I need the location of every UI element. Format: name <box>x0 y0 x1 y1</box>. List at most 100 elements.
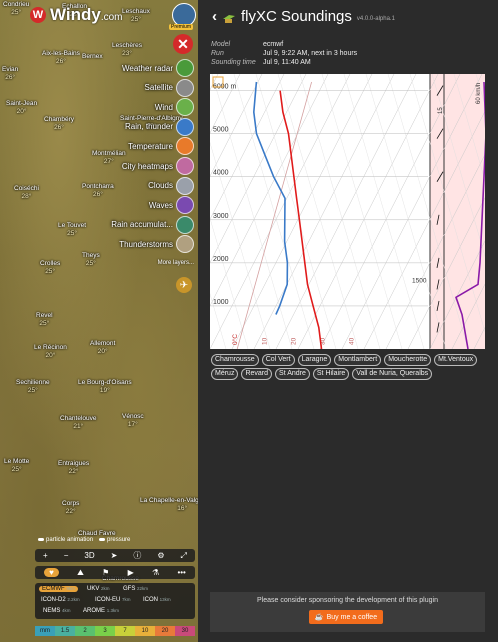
buy-coffee-label: Buy me a coffee <box>326 613 378 621</box>
site-chip[interactable]: Laragne <box>297 354 332 366</box>
city-label: Allemont 20° <box>90 340 115 356</box>
altitude-tick-label: 2000 <box>213 256 229 263</box>
city-label: Pontcharra 26° <box>82 183 114 199</box>
map-control-button[interactable]: + <box>43 551 48 560</box>
site-chip[interactable]: Mt.Ventoux <box>434 354 478 366</box>
mountain-icon[interactable]: ⛰ <box>77 568 84 578</box>
model-option[interactable]: ICON 13km <box>143 597 171 603</box>
city-temp: 26° <box>92 191 103 198</box>
info-key: Sounding time <box>211 59 256 66</box>
layer-thunderstorms[interactable]: Thunderstorms <box>119 235 194 254</box>
info-model: Model ecmwf <box>211 40 283 49</box>
site-chip[interactable]: Revard <box>241 368 273 380</box>
skewt-chart[interactable]: 100020003000400050006000 m-20-100°C10203… <box>13 73 498 350</box>
map-control-button[interactable]: ➤ <box>111 551 118 560</box>
flag-icon[interactable]: ⚑ <box>102 568 109 577</box>
layer-temperature[interactable]: Temperature <box>128 137 194 156</box>
layer-waves[interactable]: Waves <box>149 196 194 215</box>
model-resolution: 9km <box>66 586 75 591</box>
city-label: Coiséchi 28° <box>14 185 39 201</box>
scale-step: mm <box>35 626 55 636</box>
model-option[interactable]: UKV 2km <box>87 586 110 592</box>
close-button[interactable]: ✕ <box>173 34 193 54</box>
layer-weather-radar[interactable]: Weather radar <box>122 59 194 77</box>
site-chip[interactable]: St Andre <box>275 368 310 380</box>
city-name: Condrieu <box>3 1 30 8</box>
plane-button[interactable]: ✈ <box>176 277 192 293</box>
buy-coffee-button[interactable]: ☕ Buy me a coffee <box>309 610 383 624</box>
city-name: Chantelouve <box>60 415 97 422</box>
layer-label: Satellite <box>144 83 173 93</box>
layer-wind[interactable]: Wind <box>155 98 194 117</box>
map-control-button[interactable]: 3D <box>84 551 94 560</box>
layer-city-heatmaps[interactable]: City heatmaps <box>122 157 194 175</box>
layer-clouds[interactable]: Clouds <box>148 176 194 195</box>
site-chip[interactable]: Col Vert <box>261 354 295 366</box>
model-option[interactable]: NEMS 4km <box>43 608 71 614</box>
temperature-tick-label: 20 <box>290 337 297 345</box>
more-layers-link[interactable]: More layers... <box>158 260 194 266</box>
city-name: Le Bourg-d'Oisans <box>78 379 132 386</box>
map-toggles: particle animation pressure <box>38 537 130 543</box>
windy-logo[interactable]: W Windy.com <box>30 5 123 25</box>
favorites-icon[interactable]: ♥ <box>44 568 59 577</box>
site-chip[interactable]: Chamrousse <box>211 354 259 366</box>
model-resolution: 4km <box>62 608 71 613</box>
city-temp: 17° <box>127 421 138 428</box>
model-resolution: 1.3km <box>106 608 119 613</box>
more-icon[interactable]: ••• <box>177 568 185 577</box>
site-chip[interactable]: Moucherotte <box>384 354 432 366</box>
map[interactable]: Condrieu 25° Echallon 23° Leschaux 25° Aix-les… <box>0 0 198 642</box>
city-temp: 26° <box>5 74 16 81</box>
city-temp: 21° <box>73 423 84 430</box>
scale-step: 1.5 <box>55 626 75 636</box>
scale-step: 7 <box>115 626 135 636</box>
info-key: Run <box>211 50 224 57</box>
model-option[interactable]: ICON-D2 2.2km <box>41 597 80 603</box>
particle-animation-toggle[interactable]: particle animation <box>38 537 93 543</box>
model-name: ICON-EU <box>95 597 121 603</box>
layer-rain-accumulat[interactable]: Rain accumulat... <box>111 215 194 234</box>
temperature-tick-label: 0°C <box>231 334 239 345</box>
back-icon[interactable]: ‹ <box>212 8 217 25</box>
city-name: Le Touvet <box>58 222 87 229</box>
site-chip[interactable]: St Hilaire <box>312 368 350 380</box>
model-option[interactable]: ECMWF 9km <box>39 586 78 592</box>
tools-icon[interactable]: ⚗ <box>152 568 159 577</box>
rain-scale: mm 1.5 2 3 7 10 20 30 <box>35 626 195 636</box>
pressure-toggle[interactable]: pressure <box>99 537 130 543</box>
city-temp: 22° <box>68 468 79 475</box>
model-option[interactable]: GFS 22km <box>123 586 148 592</box>
site-chip[interactable]: Vall de Nuria, Queralbs <box>352 368 433 380</box>
city-name: Revel <box>36 312 53 319</box>
layer-rain-thunder[interactable]: Rain, thunder <box>124 117 194 136</box>
city-name: Saint-Jean <box>6 100 38 107</box>
city-label: Le Récinon 20° <box>34 344 67 360</box>
city-label: Le Touvet 25° <box>58 222 86 238</box>
layer-label: Temperature <box>128 141 173 151</box>
layer-label: Thunderstorms <box>119 239 173 249</box>
site-chip[interactable]: Montlambert <box>334 354 382 366</box>
city-label: Vénosc 17° <box>122 413 144 429</box>
city-temp: 26° <box>54 124 64 131</box>
camera-icon[interactable]: ▶ <box>128 568 134 577</box>
altitude-tick-label: 1000 <box>213 299 229 306</box>
map-control-button[interactable]: ⤢ <box>181 551 187 561</box>
layer-label: Rain, thunder <box>124 122 173 132</box>
city-temp: 25° <box>130 16 141 23</box>
model-option[interactable]: ICON-EU 7km <box>95 597 131 603</box>
layer-icon <box>176 137 194 156</box>
layer-icon <box>176 157 194 175</box>
map-control-button[interactable]: ⓘ <box>133 550 141 561</box>
info-run: Run Jul 9, 9:22 AM, next in 3 hours <box>211 49 357 58</box>
city-temp: 20° <box>97 348 108 355</box>
panel-version: v4.0.0-alpha.1 <box>356 15 395 22</box>
model-option[interactable]: AROME 1.3km <box>83 608 119 614</box>
map-control-button[interactable]: ⚙ <box>157 551 164 560</box>
model-selector: ECMWF 9km UKV 2km GFS 22km ICON-D2 2.2km ICO… <box>35 583 195 619</box>
city-temp: 19° <box>99 387 110 394</box>
map-control-button[interactable]: − <box>64 551 69 560</box>
site-chip[interactable]: Méruz <box>211 368 239 380</box>
layer-satellite[interactable]: Satellite <box>144 78 194 97</box>
layer-icon <box>176 98 194 117</box>
